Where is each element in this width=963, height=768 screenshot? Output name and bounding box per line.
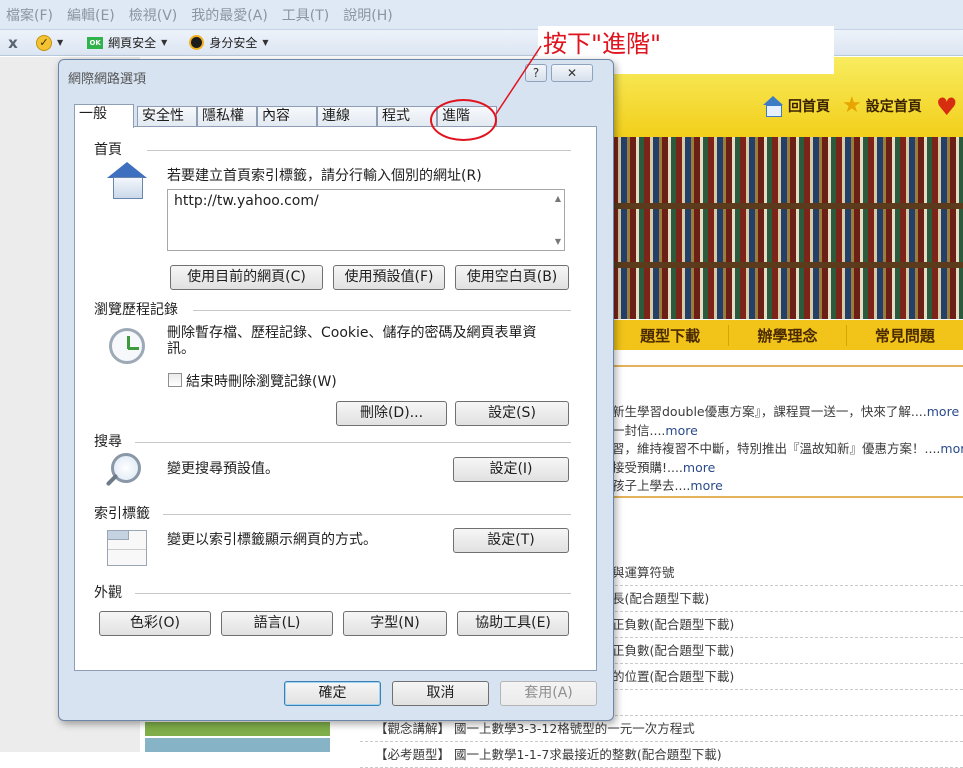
web-safety-label: 網頁安全 [108,36,157,50]
menu-tools[interactable]: 工具(T) [282,5,329,25]
home-icon [762,96,784,117]
dialog-title: 網際網路選項 [68,72,147,87]
tab-connections[interactable]: 連線 [317,106,377,127]
set-homepage-link[interactable]: ★ 設定首頁 [842,93,922,118]
checklist-button[interactable]: ✓ ▼ [36,34,64,51]
search-settings-button[interactable]: 設定(I) [453,457,569,482]
history-description: 刪除暫存檔、歷程記錄、Cookie、儲存的密碼及網頁表單資訊。 [167,325,537,357]
section-divider [193,310,571,311]
tab-general[interactable]: 一般 [74,104,134,128]
history-settings-button[interactable]: 設定(S) [455,401,569,426]
tabs-section-label: 索引標籤 [94,506,150,522]
clock-history-icon [109,328,145,364]
languages-button[interactable]: 語言(L) [221,611,333,636]
menu-view[interactable]: 檢視(V) [129,5,178,25]
tabs-icon [107,530,147,566]
news-item[interactable]: 一封信....more [612,422,963,441]
scroll-up-icon[interactable]: ▲ [555,194,561,203]
news-item[interactable]: 接受預購!....more [612,459,963,478]
identity-icon [189,35,205,50]
tab-privacy[interactable]: 隱私權 [197,106,257,127]
appearance-section-label: 外觀 [94,585,122,601]
cancel-button[interactable]: 取消 [392,681,489,706]
delete-on-exit-label: 結束時刪除瀏覽記錄(W) [186,374,337,390]
news-item[interactable]: 新生學習double優惠方案』，課程買一送一，快來了解....more [612,403,963,422]
advanced-tab-highlight [430,99,497,141]
homepage-section-label: 首頁 [94,142,122,158]
menu-edit[interactable]: 編輯(E) [67,5,115,25]
menu-help[interactable]: 說明(H) [343,5,392,25]
chevron-down-icon: ▼ [262,38,269,47]
use-default-button[interactable]: 使用預設值(F) [333,265,445,290]
sidebar-banner [145,738,330,752]
nav-faq[interactable]: 常見問題 [845,324,963,346]
use-current-button[interactable]: 使用目前的網頁(C) [170,265,323,290]
chevron-down-icon: ▼ [161,38,168,47]
sidebar-banner [145,722,330,736]
use-blank-button[interactable]: 使用空白頁(B) [455,265,569,290]
tabs-settings-button[interactable]: 設定(T) [453,528,569,553]
web-safety-button[interactable]: OK 網頁安全 ▼ [87,34,167,51]
news-item[interactable]: 孩子上學去....more [612,477,963,496]
close-icon: ✕ [566,66,578,80]
menu-file[interactable]: 檔案(F) [6,5,53,25]
delete-history-button[interactable]: 刪除(D)... [336,401,447,426]
close-toolbar-icon[interactable]: x [0,34,26,52]
internet-options-dialog: 網際網路選項 ? ✕ 一般 安全性 隱私權 內容 連線 程式 進階 首頁 若要建… [58,59,614,721]
history-section-label: 瀏覽歷程記錄 [94,302,178,318]
news-list: 新生學習double優惠方案』，課程買一送一，快來了解....more 一封信.… [612,403,963,496]
delete-on-exit-checkbox[interactable] [168,373,182,387]
menu-favorites[interactable]: 我的最愛(A) [191,5,268,25]
site-nav: 題型下載 辦學理念 常見問題 [612,320,963,350]
news-item[interactable]: 習，維持複習不中斷，特別推出『溫故知新』優惠方案！....more [612,440,963,459]
accessibility-button[interactable]: 協助工具(E) [457,611,569,636]
identity-safety-button[interactable]: 身分安全 ▼ [189,34,269,51]
nav-downloads[interactable]: 題型下載 [612,325,728,346]
bookshelf-banner [612,137,963,319]
help-button[interactable]: ? [525,64,547,82]
star-icon: ★ [842,93,862,118]
apply-button[interactable]: 套用(A) [500,681,597,706]
home-link[interactable]: 回首頁 [762,96,830,117]
home-icon [107,162,147,199]
chevron-down-icon: ▼ [57,38,64,47]
tab-security[interactable]: 安全性 [137,106,197,127]
shelf-divider [612,262,963,268]
homepage-url-field[interactable]: http://tw.yahoo.com/ ▲ ▼ [167,189,565,251]
heart-icon: ♥ [936,93,958,121]
homepage-url-value: http://tw.yahoo.com/ [174,193,319,209]
tab-content[interactable]: 內容 [257,106,317,127]
section-divider [612,496,963,498]
identity-safety-label: 身分安全 [209,36,258,50]
ok-shield-icon: OK [87,36,104,49]
set-homepage-label: 設定首頁 [865,99,922,115]
fonts-button[interactable]: 字型(N) [343,611,447,636]
section-divider [135,593,571,594]
search-description: 變更搜尋預設值。 [167,461,279,477]
section-divider [163,514,571,515]
tabs-description: 變更以索引標籤顯示網頁的方式。 [167,532,377,548]
close-button[interactable]: ✕ [551,64,593,82]
colors-button[interactable]: 色彩(O) [99,611,211,636]
checkmark-icon: ✓ [36,34,52,51]
home-link-label: 回首頁 [788,99,830,115]
search-section-label: 搜尋 [94,434,122,450]
homepage-instruction: 若要建立首頁索引標籤，請分行輸入個別的網址(R) [167,168,482,184]
shelf-divider [612,203,963,209]
nav-philosophy[interactable]: 辦學理念 [728,324,845,346]
section-divider [147,150,571,151]
callout-text: 按下"進階" [543,30,662,58]
list-item[interactable]: 【必考題型】 國一上數學1-1-7求最接近的整數(配合題型下載) [360,742,963,768]
ok-button[interactable]: 確定 [284,681,381,706]
scroll-down-icon[interactable]: ▼ [555,237,561,246]
section-divider [135,442,571,443]
section-divider [612,365,963,367]
tab-programs[interactable]: 程式 [377,106,437,127]
